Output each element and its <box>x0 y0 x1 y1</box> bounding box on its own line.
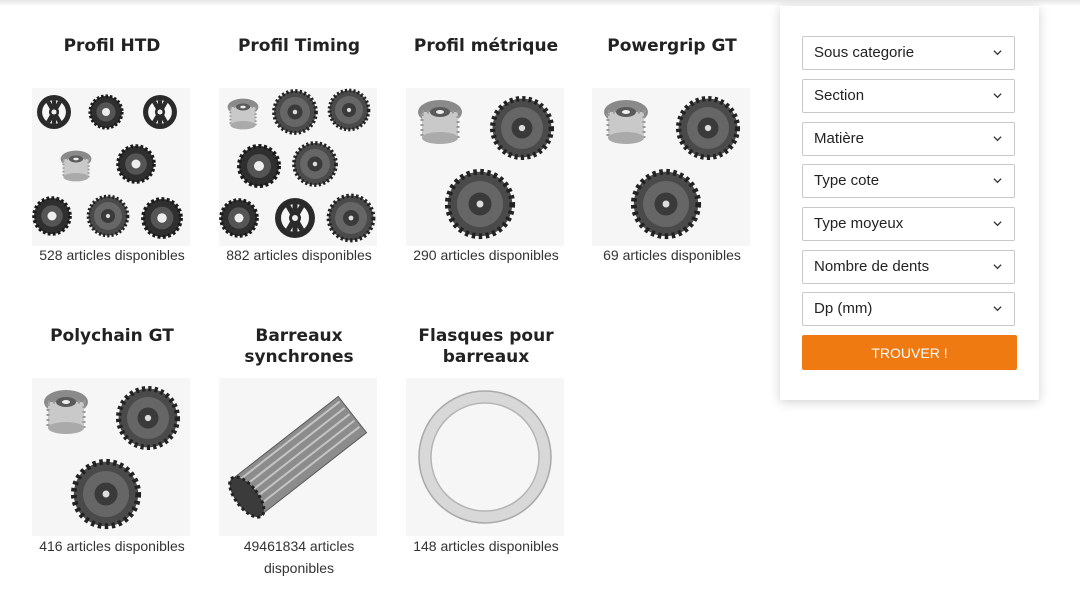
filter-section-select[interactable]: Section <box>802 79 1015 113</box>
article-count: 290 articles disponibles <box>413 247 559 263</box>
category-title-line: barreaux <box>442 347 530 367</box>
chevron-down-icon <box>993 306 1002 312</box>
filter-dp-mm-select[interactable]: Dp (mm) <box>802 292 1015 326</box>
filter-sous-categorie-select[interactable]: Sous categorie <box>802 36 1015 70</box>
chevron-down-icon <box>993 264 1002 270</box>
article-count: 148 articles disponibles <box>413 538 559 554</box>
category-title[interactable]: Profil Timing <box>205 36 393 57</box>
select-label: Matière <box>814 130 865 147</box>
article-count: 49461834 articles disponibles <box>207 535 391 579</box>
article-count-line: 49461834 articles <box>243 538 355 554</box>
article-count: 416 articles disponibles <box>39 538 185 554</box>
article-count: 69 articles disponibles <box>603 247 741 263</box>
select-label: Nombre de dents <box>814 258 930 275</box>
chevron-down-icon <box>993 178 1002 184</box>
chevron-down-icon <box>993 50 1002 56</box>
category-title[interactable]: Polychain GT <box>18 326 206 347</box>
category-title[interactable]: Profil HTD <box>18 36 206 57</box>
category-title[interactable]: Flasques pour barreaux <box>392 326 580 368</box>
category-title-line: Flasques pour <box>418 326 554 346</box>
select-label: Section <box>814 87 865 104</box>
chevron-down-icon <box>993 221 1002 227</box>
select-label: Type cote <box>814 172 880 189</box>
filter-type-moyeux-select[interactable]: Type moyeux <box>802 207 1015 241</box>
category-image[interactable] <box>219 378 377 536</box>
filter-matiere-select[interactable]: Matière <box>802 122 1015 156</box>
category-title[interactable]: Powergrip GT <box>578 36 766 57</box>
category-image[interactable] <box>32 378 190 536</box>
category-image[interactable] <box>32 88 190 246</box>
chevron-down-icon <box>993 93 1002 99</box>
category-title[interactable]: Profil métrique <box>392 36 580 57</box>
category-title-line: Barreaux <box>255 326 343 346</box>
category-image[interactable] <box>219 88 377 246</box>
select-label: Sous categorie <box>814 44 915 61</box>
category-title-line: synchrones <box>244 347 354 367</box>
article-count: 882 articles disponibles <box>226 247 372 263</box>
category-title[interactable]: Barreaux synchrones <box>205 326 393 368</box>
chevron-down-icon <box>993 136 1002 142</box>
select-label: Type moyeux <box>814 215 904 232</box>
article-count-line: disponibles <box>263 560 335 576</box>
category-image[interactable] <box>406 378 564 536</box>
category-image[interactable] <box>406 88 564 246</box>
article-count: 528 articles disponibles <box>39 247 185 263</box>
trouver-button[interactable]: TROUVER ! <box>802 335 1017 370</box>
category-image[interactable] <box>592 88 750 246</box>
filter-type-cote-select[interactable]: Type cote <box>802 164 1015 198</box>
filter-panel: Sous categorie Section Matière Type cote… <box>780 6 1039 400</box>
select-label: Dp (mm) <box>814 300 873 317</box>
filter-nombre-de-dents-select[interactable]: Nombre de dents <box>802 250 1015 284</box>
